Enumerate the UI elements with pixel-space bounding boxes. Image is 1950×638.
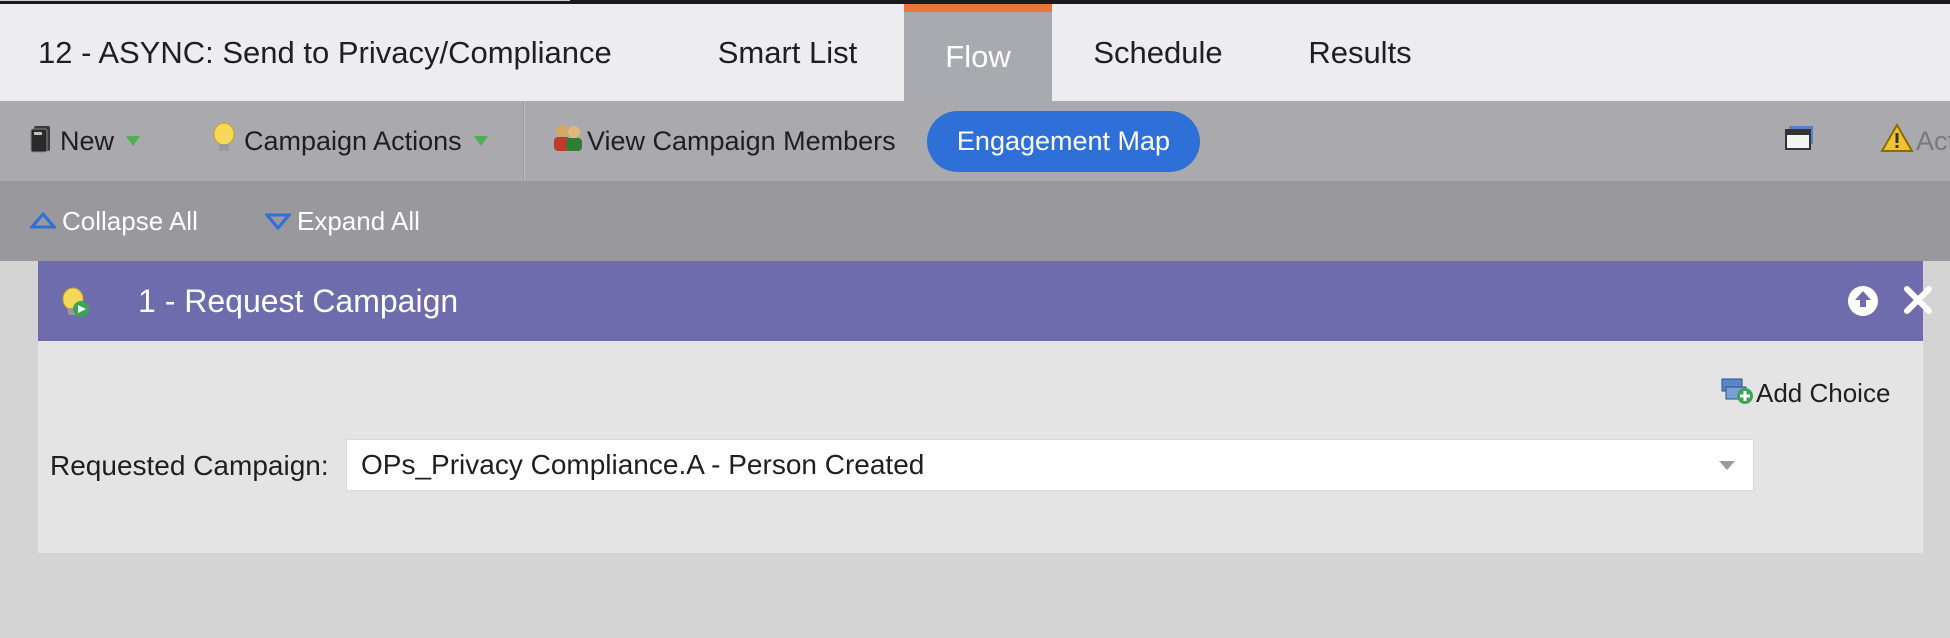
people-icon	[551, 122, 585, 161]
remove-step-button[interactable]	[1898, 281, 1938, 321]
chevron-down-icon	[1719, 461, 1735, 470]
tab-flow[interactable]: Flow	[904, 4, 1052, 101]
triangle-down-icon	[263, 206, 293, 237]
expand-all-label: Expand All	[297, 205, 420, 236]
tab-smart-list[interactable]: Smart List	[670, 4, 905, 101]
view-campaign-members-label: View Campaign Members	[587, 125, 896, 156]
activate-button[interactable]: Act	[1880, 101, 1950, 181]
campaign-actions-label: Campaign Actions	[244, 125, 462, 156]
tab-bar: 12 - ASYNC: Send to Privacy/Compliance S…	[0, 4, 1950, 101]
sub-toolbar: Collapse All Expand All	[0, 181, 1950, 261]
flow-step-title: 1 - Request Campaign	[138, 282, 459, 319]
requested-campaign-value: OPs_Privacy Compliance.A - Person Create…	[361, 449, 925, 480]
collapse-all-label: Collapse All	[62, 205, 198, 236]
expand-all-button[interactable]: Expand All	[263, 181, 420, 261]
window-icon	[1785, 125, 1815, 158]
chevron-down-icon	[126, 136, 141, 146]
warning-icon	[1880, 122, 1914, 160]
tab-results[interactable]: Results	[1264, 4, 1456, 101]
triangle-up-icon	[28, 206, 58, 237]
tab-schedule[interactable]: Schedule	[1052, 4, 1264, 101]
close-icon	[1903, 280, 1933, 322]
tab-campaign-title[interactable]: 12 - ASYNC: Send to Privacy/Compliance	[0, 4, 670, 101]
arrow-up-icon	[1854, 289, 1872, 314]
collapse-all-button[interactable]: Collapse All	[28, 181, 198, 261]
request-campaign-icon	[60, 287, 90, 324]
flow-step-header: 1 - Request Campaign	[38, 261, 1932, 341]
chevron-down-icon	[473, 136, 488, 146]
engagement-map-button[interactable]: Engagement Map	[927, 111, 1200, 172]
lightbulb-icon	[212, 122, 236, 161]
activate-label: Act	[1916, 125, 1950, 156]
add-choice-button[interactable]: Add Choice	[1720, 375, 1890, 411]
new-menu-button[interactable]: New	[30, 101, 141, 181]
add-choice-icon	[1720, 375, 1754, 412]
view-campaign-members-button[interactable]: View Campaign Members	[551, 101, 896, 181]
toolbar-divider	[523, 101, 525, 181]
window-toggle-button[interactable]	[1785, 101, 1815, 181]
new-label: New	[60, 125, 115, 156]
campaign-actions-button[interactable]: Campaign Actions	[212, 101, 488, 181]
move-up-button[interactable]	[1848, 286, 1878, 316]
new-document-icon	[30, 123, 52, 160]
add-choice-label: Add Choice	[1756, 377, 1891, 408]
requested-campaign-label: Requested Campaign:	[50, 450, 329, 481]
requested-campaign-select[interactable]: OPs_Privacy Compliance.A - Person Create…	[346, 439, 1754, 491]
